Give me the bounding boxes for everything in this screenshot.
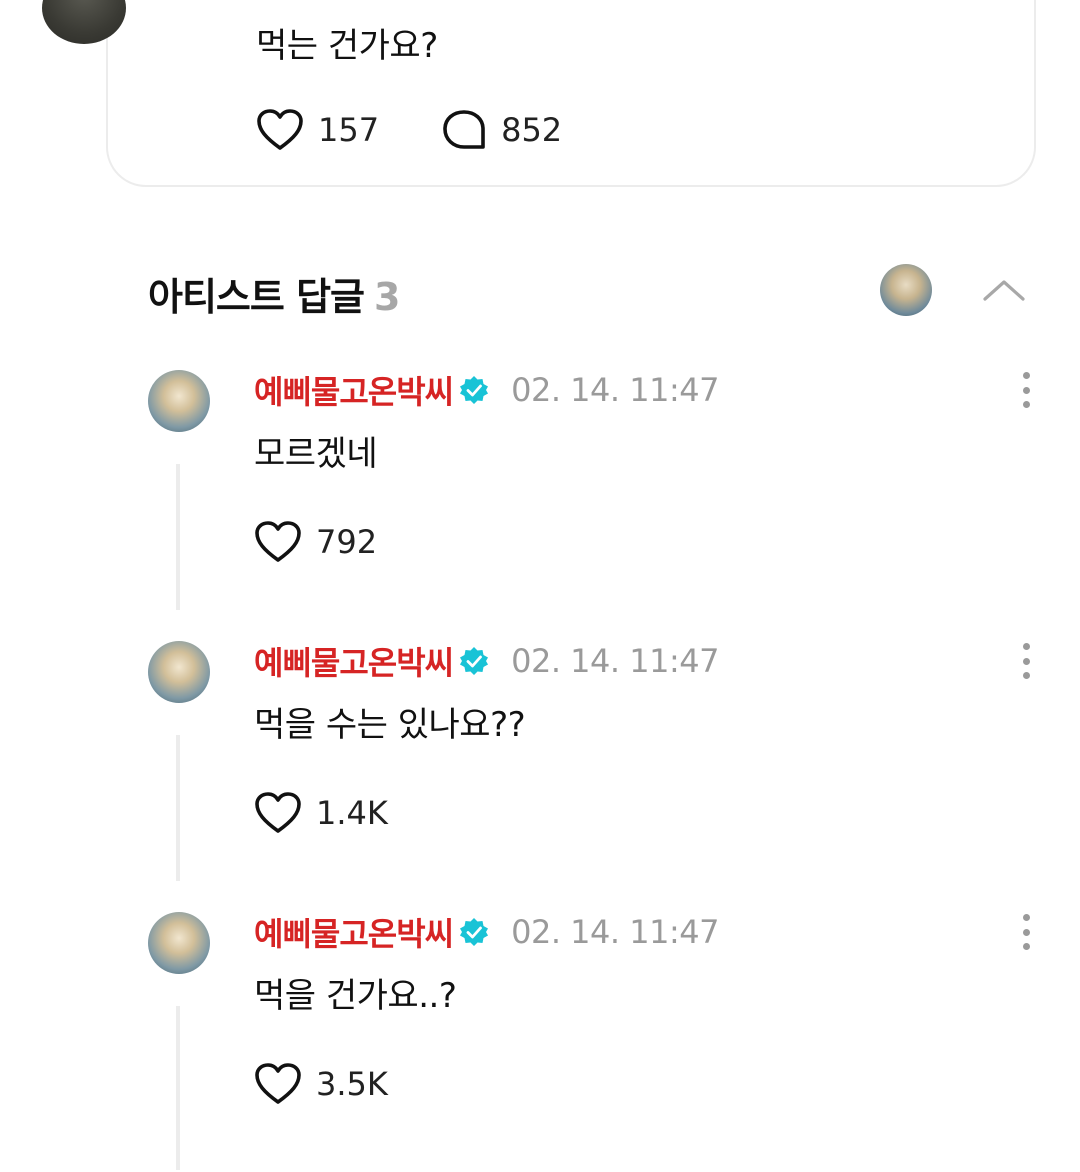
more-options-button[interactable] bbox=[1014, 914, 1038, 950]
like-count: 157 bbox=[318, 111, 380, 149]
page: 먹는 건가요? 157 852 아티스트 답글 3 예삐물고온박씨 02. 14… bbox=[0, 0, 1080, 1172]
reply-like-count: 792 bbox=[316, 523, 378, 561]
reply-avatar[interactable] bbox=[148, 641, 210, 703]
reply-item: 예삐물고온박씨 02. 14. 11:47 모르겠네 792 bbox=[148, 370, 1038, 640]
more-options-button[interactable] bbox=[1014, 643, 1038, 679]
reply-text: 모르겠네 bbox=[254, 434, 378, 474]
vertical-dots-icon bbox=[1022, 643, 1030, 650]
comment-count: 852 bbox=[501, 111, 563, 149]
reply-like-button[interactable]: 792 bbox=[254, 520, 377, 564]
reply-like-button[interactable]: 1.4K bbox=[254, 791, 388, 835]
like-button[interactable]: 157 bbox=[256, 108, 379, 152]
reply-item: 예삐물고온박씨 02. 14. 11:47 먹을 수는 있나요?? 1.4K bbox=[148, 641, 1038, 911]
reply-text: 먹을 건가요..? bbox=[254, 976, 457, 1016]
reply-meta: 예삐물고온박씨 02. 14. 11:47 bbox=[254, 638, 719, 684]
comment-button[interactable]: 852 bbox=[441, 109, 562, 151]
vertical-dots-icon bbox=[1022, 372, 1030, 379]
artist-avatar[interactable] bbox=[880, 264, 932, 316]
thread-line bbox=[176, 1006, 180, 1170]
thread-line bbox=[176, 464, 180, 610]
heart-outline-icon bbox=[255, 792, 301, 833]
reply-like-count: 1.4K bbox=[316, 794, 388, 832]
reply-author[interactable]: 예삐물고온박씨 bbox=[254, 638, 454, 684]
heart-outline-icon bbox=[255, 1063, 301, 1104]
reply-time: 02. 14. 11:47 bbox=[511, 642, 719, 680]
reply-meta: 예삐물고온박씨 02. 14. 11:47 bbox=[254, 367, 719, 413]
more-options-button[interactable] bbox=[1014, 372, 1038, 408]
chevron-up-icon bbox=[983, 280, 1025, 301]
section-title-label: 아티스트 답글 bbox=[148, 275, 365, 319]
vertical-dots-icon bbox=[1022, 914, 1030, 921]
thread-line bbox=[176, 735, 180, 881]
heart-outline-icon bbox=[257, 109, 303, 150]
reply-like-count: 3.5K bbox=[316, 1065, 388, 1103]
reply-time: 02. 14. 11:47 bbox=[511, 371, 719, 409]
reply-avatar[interactable] bbox=[148, 370, 210, 432]
artist-replies-header: 아티스트 답글 3 bbox=[148, 262, 1038, 322]
reply-avatar[interactable] bbox=[148, 912, 210, 974]
collapse-button[interactable] bbox=[980, 270, 1028, 310]
reply-meta: 예삐물고온박씨 02. 14. 11:47 bbox=[254, 909, 719, 955]
section-title: 아티스트 답글 3 bbox=[148, 266, 400, 321]
reply-like-button[interactable]: 3.5K bbox=[254, 1062, 388, 1106]
reply-item: 예삐물고온박씨 02. 14. 11:47 먹을 건가요..? 3.5K bbox=[148, 912, 1038, 1172]
heart-outline-icon bbox=[255, 521, 301, 562]
reply-author[interactable]: 예삐물고온박씨 bbox=[254, 367, 454, 413]
speech-bubble-icon bbox=[443, 110, 485, 149]
reply-author[interactable]: 예삐물고온박씨 bbox=[254, 909, 454, 955]
post-card: 먹는 건가요? 157 852 bbox=[106, 0, 1036, 187]
post-text: 먹는 건가요? bbox=[256, 26, 438, 66]
section-count: 3 bbox=[374, 275, 400, 319]
verified-badge-icon bbox=[459, 375, 489, 405]
reply-time: 02. 14. 11:47 bbox=[511, 913, 719, 951]
verified-badge-icon bbox=[459, 917, 489, 947]
verified-badge-icon bbox=[459, 646, 489, 676]
post-actions: 157 852 bbox=[256, 108, 624, 152]
reply-text: 먹을 수는 있나요?? bbox=[254, 705, 526, 745]
